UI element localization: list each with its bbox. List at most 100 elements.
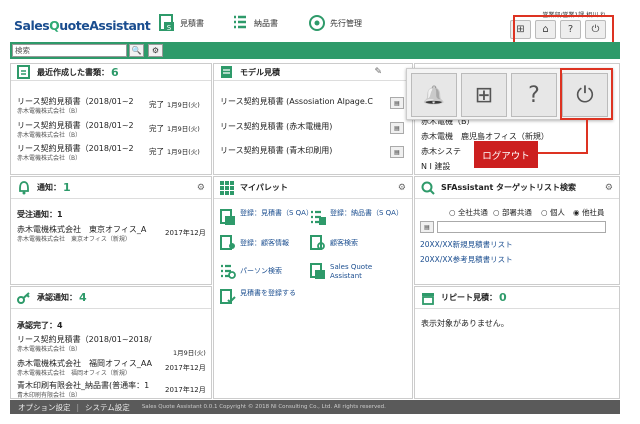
switch-button[interactable]: ⊞ <box>461 73 507 117</box>
panel-header: SFAssistant ターゲットリスト検索 ⚙ <box>415 177 619 199</box>
approval-key-icon <box>17 291 30 304</box>
option-settings-link[interactable]: オプション設定 <box>18 402 71 413</box>
radio-department[interactable]: ○ 部署共通 <box>493 207 532 218</box>
list-item-sub: 赤木電機株式会社（B） <box>17 346 82 353</box>
panel-header: 通知： 1 ⚙ <box>11 177 211 199</box>
date-label: 1月9日(火) <box>173 349 206 357</box>
panel-title: SFAssistant ターゲットリスト検索 <box>441 183 577 192</box>
switch-icon: ⊞ <box>474 82 494 108</box>
panel-title: モデル見積 <box>240 67 280 77</box>
panel-title: 通知： <box>37 183 61 192</box>
power-highlight <box>560 68 613 120</box>
list-item-sub: 青木印刷有限会社（B） <box>17 392 82 399</box>
copy-icon[interactable]: ▤ <box>390 122 404 134</box>
copy-icon[interactable]: ▤ <box>390 146 404 158</box>
empty-message: 表示対象がありません。 <box>421 319 509 328</box>
gear-icon[interactable]: ⚙ <box>605 183 613 193</box>
recent-documents-panel: 最近作成した書類： 6 リース契約見積書（2018/01~2 赤木電機株式会社（B… <box>10 63 212 175</box>
footer-separator: | <box>76 402 80 412</box>
list-s-icon <box>311 210 326 225</box>
nav-quote[interactable]: S 見積書 <box>158 14 204 32</box>
recent-count: 6 <box>111 65 119 79</box>
gear-icon[interactable]: ⚙ <box>197 183 205 193</box>
bell-icon <box>19 180 29 194</box>
radio-other-employee[interactable]: ◉ 他社員 <box>573 207 604 218</box>
list-item[interactable]: 赤木システ <box>421 146 461 157</box>
status-badge: 完了 <box>149 124 164 133</box>
doc-s-icon <box>220 209 235 225</box>
date-label: 1月9日(火) <box>167 148 200 156</box>
panel-header: リピート見積： 0 <box>415 287 619 309</box>
panel-header: モデル見積 ✎ <box>214 64 412 81</box>
nav-progress-label: 先行管理 <box>330 18 362 28</box>
panel-title: リピート見積： <box>441 293 497 302</box>
copy-icon[interactable]: ▤ <box>390 97 404 109</box>
search-icon: 🔍 <box>131 46 142 55</box>
status-badge: 完了 <box>149 147 164 156</box>
radio-personal[interactable]: ○ 個人 <box>541 207 565 218</box>
gear-icon[interactable]: ⚙ <box>398 183 406 193</box>
sqa-icon <box>310 263 325 279</box>
section-heading: 承認完了：4 <box>17 321 63 330</box>
panel-header: 承認通知： 4 <box>11 287 211 309</box>
target-icon <box>309 15 325 31</box>
list-item-sub: 赤木電機株式会社 東京オフィス（新規） <box>17 236 131 243</box>
panel-title: 承認通知： <box>37 293 77 302</box>
list-item-sub: 赤木電機株式会社（B） <box>17 132 82 139</box>
date-label: 1月9日(火) <box>167 101 200 109</box>
help-button[interactable]: ? <box>511 73 557 117</box>
model-quote-panel: モデル見積 ✎ リース契約見積書 (Assosiation Alpage.C ▤… <box>213 63 413 175</box>
toolbar-highlight <box>513 15 614 45</box>
delivery-list-icon <box>234 15 246 29</box>
svg-text:S: S <box>167 24 172 32</box>
nav-delivery-label: 納品書 <box>254 18 278 28</box>
notification-button[interactable]: 🔔 <box>411 73 457 117</box>
my-pallet-panel: マイパレット ⚙ 登録：見積書（S QA） 登録：納品書（S QA） 登録：顧客… <box>213 176 413 399</box>
search-settings-button[interactable]: ⚙ <box>148 44 163 57</box>
search-icon <box>421 181 435 195</box>
pencil-icon[interactable]: ✎ <box>374 67 382 77</box>
list-item[interactable]: リース契約見積書 (Assosiation Alpage.C <box>220 96 373 107</box>
grid-icon <box>220 180 234 195</box>
callout-line <box>586 120 588 154</box>
bell-icon: 🔔 <box>422 84 446 106</box>
list-item[interactable]: リース契約見積書 (青木印刷用) <box>220 145 332 156</box>
date-label: 1月9日(火) <box>167 125 200 133</box>
panel-header: 最近作成した書類： 6 <box>11 64 211 81</box>
cart-icon <box>422 292 434 305</box>
approval-count: 4 <box>79 291 87 304</box>
help-icon: ? <box>528 82 540 108</box>
picker-icon[interactable]: ▤ <box>420 221 434 233</box>
nav-delivery[interactable]: 納品書 <box>232 14 278 32</box>
document-s-icon: S <box>159 14 174 32</box>
list-item-sub: 赤木電機株式会社（B） <box>17 108 82 115</box>
nav-progress[interactable]: 先行管理 <box>308 14 362 32</box>
footer: オプション設定 | システム設定 Sales Quote Assistant 0… <box>10 400 620 414</box>
list-item-sub: 赤木電機株式会社（B） <box>17 155 82 162</box>
repeat-quote-panel: リピート見積： 0 表示対象がありません。 <box>414 286 620 399</box>
employee-field[interactable] <box>437 221 606 233</box>
system-settings-link[interactable]: システム設定 <box>85 402 130 413</box>
list-item[interactable]: N I 建設 <box>421 161 450 172</box>
app-logo[interactable]: SalesQuoteAssistant <box>14 18 151 33</box>
copyright: Sales Quote Assistant 0.0.1 Copyright © … <box>141 404 386 410</box>
logout-tooltip: ログアウト <box>474 141 538 168</box>
panel-title: マイパレット <box>240 183 288 192</box>
notification-panel: 通知： 1 ⚙ 受注通知：1 赤木電機株式会社 東京オフィス_A 赤木電機株式会社… <box>10 176 212 285</box>
model-document-icon <box>221 66 232 78</box>
person-search-icon <box>221 264 236 279</box>
list-item-sub: 赤木電機株式会社 福岡オフィス（新規） <box>17 370 131 377</box>
target-list-link[interactable]: 20XX/XX参考見積書リスト <box>420 254 513 265</box>
date-label: 2017年12月 <box>165 229 206 237</box>
list-check-icon <box>220 289 236 304</box>
search-button[interactable]: 🔍 <box>129 44 144 57</box>
customer-icon <box>220 235 235 250</box>
target-list-link[interactable]: 20XX/XX新規見積書リスト <box>420 239 513 250</box>
status-badge: 完了 <box>149 100 164 109</box>
date-label: 2017年12月 <box>165 364 206 372</box>
panel-header: マイパレット ⚙ <box>214 177 412 199</box>
radio-company[interactable]: ○ 全社共通 <box>449 207 488 218</box>
search-input[interactable]: 検索 <box>12 44 127 57</box>
list-item[interactable]: リース契約見積書 (赤木電機用) <box>220 121 332 132</box>
notify-count: 1 <box>63 181 71 194</box>
